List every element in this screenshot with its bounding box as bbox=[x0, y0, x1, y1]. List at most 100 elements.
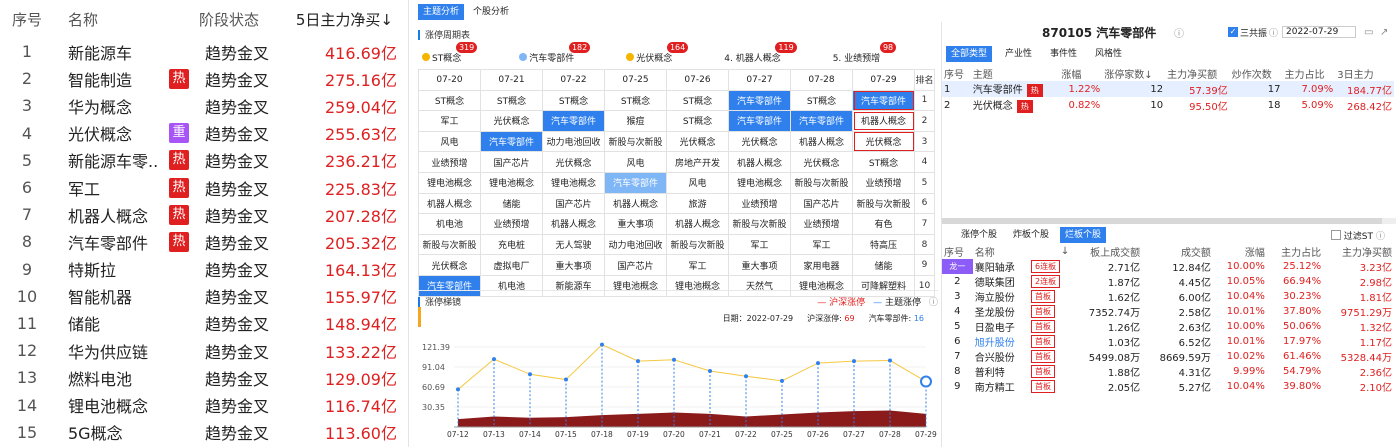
cycle-cell[interactable]: 汽车零部件 bbox=[790, 110, 853, 132]
topic-point[interactable] bbox=[492, 357, 496, 362]
cycle-cell[interactable]: ST概念 bbox=[666, 89, 729, 112]
topic-point[interactable] bbox=[600, 342, 604, 347]
theme-col-header[interactable]: 炒作次数 bbox=[1230, 66, 1283, 81]
stock-name[interactable]: 日盈电子 bbox=[973, 319, 1029, 334]
cycle-cell[interactable]: ST概念 bbox=[480, 89, 543, 112]
cycle-cell[interactable]: 机器人概念 bbox=[790, 130, 853, 153]
theme-col-header[interactable]: 3日主力 bbox=[1335, 66, 1394, 81]
cycle-cell[interactable]: ST概念 bbox=[604, 89, 667, 112]
topic-point[interactable] bbox=[780, 378, 784, 383]
cycle-cell[interactable]: 汽车零部件 bbox=[480, 130, 543, 153]
ranking-row[interactable]: 7 机器人概念热趋势金叉 207.28亿 bbox=[0, 201, 408, 228]
stock-tab[interactable]: 烂板个股 bbox=[1060, 227, 1107, 243]
theme-chip[interactable]: 光伏概念 164 bbox=[626, 42, 689, 65]
type-tab[interactable]: 产业性 bbox=[1000, 46, 1037, 62]
cycle-cell[interactable]: 汽车零部件 bbox=[728, 89, 791, 112]
cycle-cell[interactable]: 新股与次新股 bbox=[852, 192, 915, 215]
stock-tab[interactable]: 涨停个股 bbox=[956, 227, 1002, 243]
info-icon[interactable]: ⓘ bbox=[929, 295, 938, 308]
stock-name[interactable]: 德联集团 bbox=[973, 274, 1029, 289]
external-link-icon[interactable]: ↗ bbox=[1380, 27, 1388, 38]
stock-row[interactable]: 3 海立股份 首板 1.62亿 6.00亿 10.04% 30.23% 1.81亿 bbox=[942, 289, 1394, 304]
ranking-row[interactable]: 13 燃料电池 趋势金叉 129.09亿 bbox=[0, 364, 408, 391]
cycle-cell[interactable]: ST概念 bbox=[666, 110, 729, 132]
cycle-cell[interactable]: 充电桩 bbox=[480, 233, 543, 256]
topic-point[interactable] bbox=[744, 374, 748, 379]
cycle-cell[interactable]: 风电 bbox=[666, 171, 729, 194]
theme-col-header[interactable]: 主力占比 bbox=[1283, 66, 1336, 81]
topic-point[interactable] bbox=[528, 372, 532, 377]
ranking-row[interactable]: 15 5G概念 趋势金叉 113.60亿 bbox=[0, 419, 408, 446]
cycle-cell[interactable]: 光伏概念 bbox=[790, 151, 853, 173]
theme-chip[interactable]: 4. 机器人概念 119 bbox=[724, 42, 797, 65]
cycle-cell[interactable]: 机器人概念 bbox=[418, 192, 481, 215]
ranking-row[interactable]: 8 汽车零部件热趋势金叉 205.32亿 bbox=[0, 228, 408, 255]
help-icon[interactable]: ⓘ bbox=[1269, 26, 1278, 39]
cycle-cell[interactable]: 光伏概念 bbox=[666, 130, 729, 153]
ranking-row[interactable]: 2 智能制造 热趋势金叉 275.16亿 bbox=[0, 65, 408, 92]
filter-st-checkbox[interactable]: 过滤ST ⓘ bbox=[1330, 229, 1385, 242]
stock-name[interactable]: 普利特 bbox=[973, 364, 1029, 379]
ranking-row[interactable]: 1 新能源车 趋势金叉 416.69亿 bbox=[0, 38, 408, 65]
ranking-row[interactable]: 12 华为供应链 趋势金叉 133.22亿 bbox=[0, 337, 408, 364]
cycle-cell[interactable]: 机器人概念 bbox=[604, 192, 667, 215]
topic-point[interactable] bbox=[564, 377, 568, 382]
cycle-cell[interactable]: 业绩预增 bbox=[852, 171, 915, 194]
cycle-cell[interactable]: 汽车零部件 bbox=[728, 110, 791, 132]
stock-row[interactable]: 6 旭升股份 首板 1.03亿 6.52亿 10.01% 17.97% 1.17亿 bbox=[942, 334, 1394, 349]
cycle-cell[interactable]: 储能 bbox=[480, 192, 543, 215]
sanjia-checkbox[interactable]: ✓ 三共振 ⓘ bbox=[1228, 26, 1278, 39]
stock-row[interactable]: 4 圣龙股份 首板 7352.74万 2.58亿 10.01% 37.80% 9751.29万 bbox=[942, 304, 1394, 319]
cycle-cell[interactable]: 国产芯片 bbox=[480, 151, 543, 173]
ranking-row[interactable]: 14 锂电池概念 趋势金叉 116.74亿 bbox=[0, 391, 408, 418]
cycle-cell[interactable]: 储能 bbox=[852, 254, 915, 276]
cycle-cell[interactable]: ST概念 bbox=[418, 89, 481, 112]
tab-stock-analysis[interactable]: 个股分析 bbox=[468, 4, 514, 20]
cycle-cell[interactable]: 汽车零部件 bbox=[604, 171, 667, 194]
cycle-cell[interactable]: 特高压 bbox=[852, 233, 915, 256]
stock-col-header[interactable]: 名称 bbox=[973, 244, 1029, 259]
cycle-cell[interactable]: 业绩预增 bbox=[728, 192, 791, 215]
stock-name[interactable]: 旭升股份 bbox=[973, 334, 1029, 349]
cycle-cell[interactable]: 业绩预增 bbox=[418, 151, 481, 173]
stock-row[interactable]: 9 南方精工 首板 2.05亿 5.27亿 10.04% 39.80% 2.10亿 bbox=[942, 379, 1394, 394]
stock-name[interactable]: 圣龙股份 bbox=[973, 304, 1029, 319]
cycle-cell[interactable]: 国产芯片 bbox=[542, 192, 605, 215]
topic-point[interactable] bbox=[708, 368, 712, 373]
ranking-row[interactable]: 9 特斯拉 趋势金叉 164.13亿 bbox=[0, 256, 408, 283]
cycle-cell[interactable]: 机器人概念 bbox=[852, 110, 915, 132]
cycle-cell[interactable]: 国产芯片 bbox=[790, 192, 853, 215]
theme-chip[interactable]: ST概念 319 bbox=[422, 42, 478, 65]
scrollbar-thumb[interactable] bbox=[942, 218, 1382, 224]
stock-col-header[interactable]: 主力净买额 bbox=[1323, 244, 1394, 259]
col-net-buy-sort[interactable]: 5日主力净买↓ bbox=[285, 9, 401, 30]
stock-name[interactable]: 南方精工 bbox=[973, 379, 1029, 394]
cycle-cell[interactable]: 新股与次新股 bbox=[790, 171, 853, 194]
topic-point[interactable] bbox=[636, 359, 640, 364]
cycle-cell[interactable]: 锂电池概念 bbox=[728, 171, 791, 194]
cycle-cell[interactable]: ST概念 bbox=[852, 151, 915, 173]
cycle-cell[interactable]: 家用电器 bbox=[790, 254, 853, 276]
topic-point[interactable] bbox=[888, 358, 892, 363]
stock-row[interactable]: 5 日盈电子 首板 1.26亿 2.63亿 10.00% 50.06% 1.32亿 bbox=[942, 319, 1394, 334]
stock-col-header[interactable]: 主力占比 bbox=[1267, 244, 1323, 259]
ranking-row[interactable]: 5 新能源车零... 热趋势金叉 236.21亿 bbox=[0, 147, 408, 174]
cycle-cell[interactable]: 业绩预增 bbox=[790, 213, 853, 235]
cycle-cell[interactable]: 新股与次新股 bbox=[666, 233, 729, 256]
theme-col-header[interactable]: 主题 bbox=[971, 66, 1060, 81]
tab-theme-analysis[interactable]: 主题分析 bbox=[418, 4, 465, 20]
cycle-cell[interactable]: 新股与次新股 bbox=[604, 130, 667, 153]
theme-col-header[interactable]: 主力净买额 bbox=[1165, 66, 1230, 81]
ranking-row[interactable]: 4 光伏概念 重趋势金叉 255.63亿 bbox=[0, 120, 408, 147]
cycle-cell[interactable]: 锂电池概念 bbox=[480, 171, 543, 194]
stock-col-header[interactable]: ↓ bbox=[1029, 244, 1071, 259]
cycle-cell[interactable]: 重大事项 bbox=[542, 254, 605, 276]
stock-col-header[interactable]: 涨幅 bbox=[1213, 244, 1267, 259]
cycle-cell[interactable]: 无人驾驶 bbox=[542, 233, 605, 256]
cycle-cell[interactable]: 军工 bbox=[418, 110, 481, 132]
topic-point[interactable] bbox=[852, 359, 856, 364]
cycle-cell[interactable]: ST概念 bbox=[542, 89, 605, 112]
topic-point[interactable] bbox=[672, 357, 676, 362]
cycle-cell[interactable]: 虚拟电厂 bbox=[480, 254, 543, 276]
cycle-cell[interactable]: 房地产开发 bbox=[666, 151, 729, 173]
